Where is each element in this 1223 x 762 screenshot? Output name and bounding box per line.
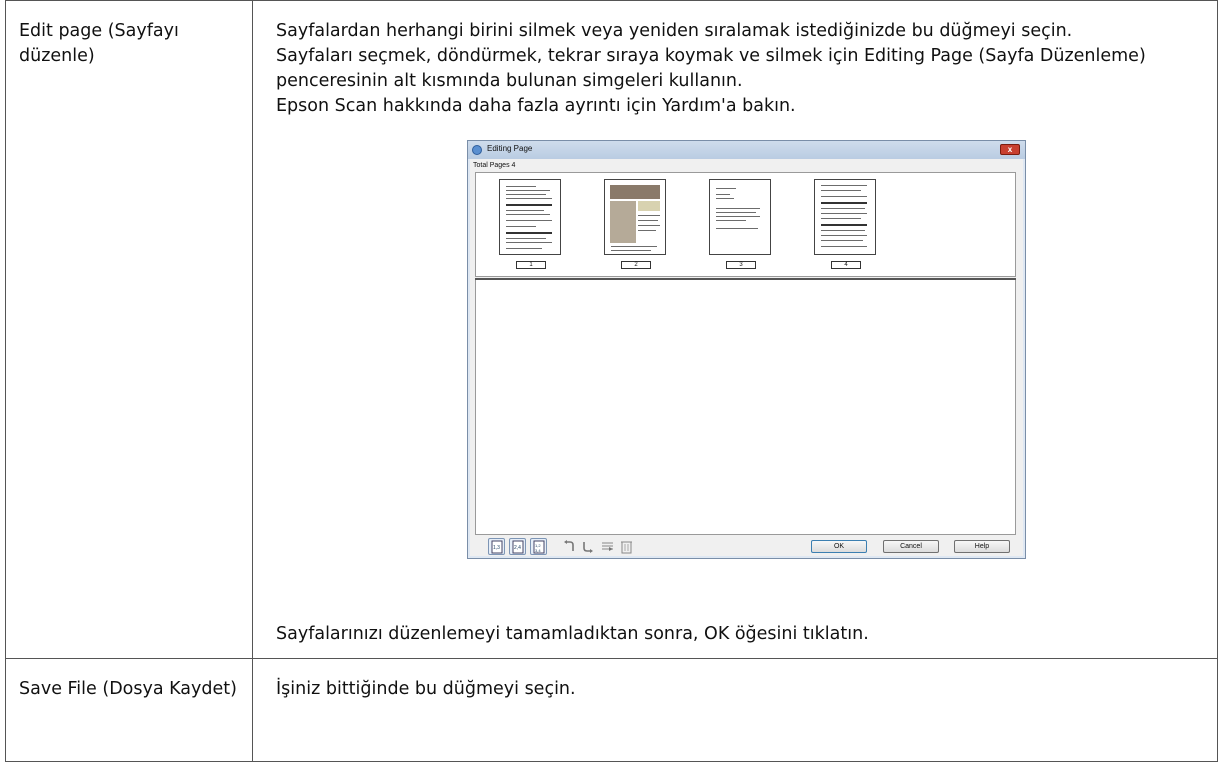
delete-icon[interactable] — [618, 538, 635, 555]
odd-pages-icon[interactable]: 1,3 — [488, 538, 505, 555]
preview-area — [475, 280, 1016, 535]
reorder-icon[interactable] — [599, 538, 616, 555]
dialog-title: Editing Page — [487, 144, 533, 153]
even-pages-icon[interactable]: 2,4 — [509, 538, 526, 555]
close-icon[interactable]: x — [1000, 144, 1020, 155]
total-pages-label: Total Pages 4 — [473, 162, 516, 169]
description-paragraph: Sayfaları seçmek, döndürmek, tekrar sıra… — [276, 46, 1146, 91]
page-number: 4 — [831, 261, 861, 269]
editing-page-screenshot: Editing Page x Total Pages 4 1 2 3 4 1,3… — [467, 140, 1026, 559]
page-number: 3 — [726, 261, 756, 269]
row-name: Edit page (Sayfayı düzenle) — [19, 21, 179, 66]
page-image — [814, 179, 876, 255]
page-number: 2 — [621, 261, 651, 269]
svg-text:2,4: 2,4 — [514, 545, 521, 551]
svg-text:1,3: 1,3 — [493, 545, 500, 551]
page-image — [499, 179, 561, 255]
row-desc-cell: Sayfalardan herhangi birini silmek veya … — [252, 0, 1218, 659]
row-name-cell: Save File (Dosya Kaydet) — [5, 658, 253, 762]
row-name: Save File (Dosya Kaydet) — [19, 679, 237, 699]
dialog-toolbar: 1,3 2,4 1,2 3,4 OK Cancel Help — [470, 536, 1023, 557]
page-thumbnail[interactable]: 2 — [600, 173, 675, 273]
app-icon — [472, 145, 482, 155]
svg-text:3,4: 3,4 — [535, 548, 541, 553]
page-number: 1 — [516, 261, 546, 269]
description-paragraph: İşiniz bittiğinde bu düğmeyi seçin. — [276, 679, 576, 699]
page-thumbnail[interactable]: 1 — [495, 173, 570, 273]
table-row: Save File (Dosya Kaydet) İşiniz bittiğin… — [5, 658, 1218, 762]
dialog-body: Total Pages 4 1 2 3 4 1,3 2,4 1,2 3,4 OK… — [470, 159, 1023, 556]
dialog-title-bar: Editing Page x — [468, 141, 1025, 159]
rotate-right-icon[interactable] — [580, 538, 597, 555]
page-thumbnail[interactable]: 3 — [705, 173, 780, 273]
table-row: Edit page (Sayfayı düzenle) Sayfalardan … — [5, 0, 1218, 659]
rotate-left-icon[interactable] — [561, 538, 578, 555]
footer-paragraph: Sayfalarınızı düzenlemeyi tamamladıktan … — [276, 624, 869, 644]
cancel-button[interactable]: Cancel — [883, 540, 939, 553]
description-paragraph: Sayfalardan herhangi birini silmek veya … — [276, 21, 1073, 41]
page-image — [604, 179, 666, 255]
help-button[interactable]: Help — [954, 540, 1010, 553]
row-name-cell: Edit page (Sayfayı düzenle) — [5, 0, 253, 659]
reference-table: Edit page (Sayfayı düzenle) Sayfalardan … — [5, 0, 1218, 762]
page-thumbnail[interactable]: 4 — [810, 173, 885, 273]
all-pages-icon[interactable]: 1,2 3,4 — [530, 538, 547, 555]
page-image — [709, 179, 771, 255]
row-desc-cell: İşiniz bittiğinde bu düğmeyi seçin. — [252, 658, 1218, 762]
ok-button[interactable]: OK — [811, 540, 867, 553]
thumbnail-area: 1 2 3 4 — [475, 172, 1016, 277]
description-paragraph: Epson Scan hakkında daha fazla ayrıntı i… — [276, 96, 796, 116]
